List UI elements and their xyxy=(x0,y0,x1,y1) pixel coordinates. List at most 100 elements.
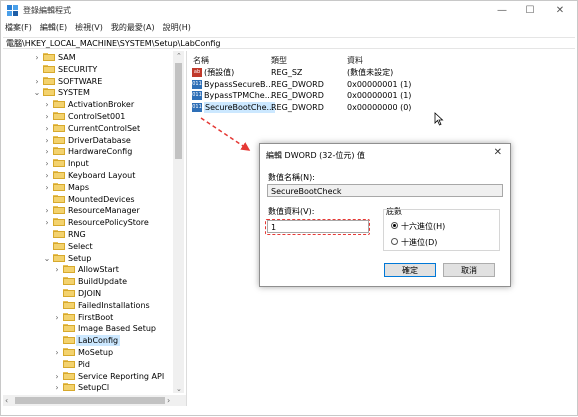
tree-item-label[interactable]: Select xyxy=(66,241,95,252)
tree-item[interactable]: › Input xyxy=(3,158,173,169)
tree-item-label[interactable]: FailedInstallations xyxy=(76,300,152,311)
tree-item-label[interactable]: MountedDevices xyxy=(66,194,137,205)
address-bar[interactable]: 電腦\HKEY_LOCAL_MACHINE\SYSTEM\Setup\LabCo… xyxy=(3,37,575,49)
tree-item-label[interactable]: Setup xyxy=(66,253,93,264)
close-button[interactable]: ✕ xyxy=(545,1,575,20)
tree-item[interactable]: › SetupCl xyxy=(3,382,173,393)
tree-item-label[interactable]: Maps xyxy=(66,182,91,193)
chevron-right-icon[interactable]: › xyxy=(43,111,51,122)
tree-item[interactable]: ⌄ SYSTEM xyxy=(3,87,173,98)
tree-item[interactable]: Select xyxy=(3,241,173,252)
tree-item-label[interactable]: DJOIN xyxy=(76,288,103,299)
tree-item-label[interactable]: ResourceManager xyxy=(66,205,142,216)
tree-item[interactable]: ⌄ Setup xyxy=(3,253,173,264)
tree-item[interactable]: › ControlSet001 xyxy=(3,111,173,122)
value-row[interactable]: 011 BypassSecureB... REG_DWORD 0x00000001 (… xyxy=(189,79,569,90)
tree-item[interactable]: › Maps xyxy=(3,182,173,193)
tree-item[interactable]: Image Based Setup xyxy=(3,323,173,334)
tree-item[interactable]: Pid xyxy=(3,359,173,370)
tree-item-label[interactable]: FirstBoot xyxy=(76,312,115,323)
chevron-right-icon[interactable]: › xyxy=(43,205,51,216)
tree-item[interactable]: › CurrentControlSet xyxy=(3,123,173,134)
tree-item[interactable]: SECURITY xyxy=(3,64,173,75)
dialog-close-icon[interactable]: ✕ xyxy=(494,147,502,158)
chevron-right-icon[interactable]: › xyxy=(33,52,41,63)
chevron-right-icon[interactable]: › xyxy=(53,347,61,358)
chevron-right-icon[interactable]: › xyxy=(53,371,61,382)
tree-item-label[interactable]: SetupCl xyxy=(76,382,111,393)
column-header-type[interactable]: 類型 xyxy=(271,55,287,66)
menu-file[interactable]: 檔案(F) xyxy=(1,21,36,34)
tree-item-label[interactable]: SAM xyxy=(56,52,78,63)
tree-vertical-scroll-thumb[interactable] xyxy=(175,63,182,159)
ok-button[interactable]: 確定 xyxy=(384,263,436,277)
tree-item[interactable]: BuildUpdate xyxy=(3,276,173,287)
tree-item[interactable]: MountedDevices xyxy=(3,194,173,205)
decimal-label[interactable]: 十進位(D) xyxy=(401,237,437,248)
tree-item-label[interactable]: Keyboard Layout xyxy=(66,170,137,181)
tree-item[interactable]: › Keyboard Layout xyxy=(3,170,173,181)
tree-item[interactable]: › HardwareConfig xyxy=(3,146,173,157)
chevron-right-icon[interactable]: › xyxy=(53,264,61,275)
cancel-button[interactable]: 取消 xyxy=(443,263,495,277)
value-name[interactable]: BypassSecureB... xyxy=(204,79,273,90)
tree-item-label[interactable]: ControlSet001 xyxy=(66,111,127,122)
tree-item-label[interactable]: SYSTEM xyxy=(56,87,92,98)
tree-item-label[interactable]: ResourcePolicyStore xyxy=(66,217,151,228)
tree-item-label[interactable]: Pid xyxy=(76,359,92,370)
chevron-right-icon[interactable]: › xyxy=(53,312,61,323)
tree-item-label[interactable]: SECURITY xyxy=(56,64,99,75)
chevron-right-icon[interactable]: › xyxy=(43,182,51,193)
tree-item[interactable]: DJOIN xyxy=(3,288,173,299)
chevron-right-icon[interactable]: › xyxy=(33,76,41,87)
chevron-right-icon[interactable]: › xyxy=(43,146,51,157)
tree-item-label[interactable]: HardwareConfig xyxy=(66,146,134,157)
tree-item[interactable]: › ActivationBroker xyxy=(3,99,173,110)
tree-item-label[interactable]: Image Based Setup xyxy=(76,323,158,334)
menu-help[interactable]: 說明(H) xyxy=(159,21,195,34)
hex-radio[interactable] xyxy=(391,222,398,229)
tree-item[interactable]: › ResourcePolicyStore xyxy=(3,217,173,228)
tree-item[interactable]: › SOFTWARE xyxy=(3,76,173,87)
menu-edit[interactable]: 編輯(E) xyxy=(36,21,71,34)
maximize-button[interactable]: ☐ xyxy=(515,1,545,20)
tree-item[interactable]: › AllowStart xyxy=(3,264,173,275)
chevron-down-icon[interactable]: ⌄ xyxy=(33,87,41,98)
value-row[interactable]: 011 SecureBootChe... REG_DWORD 0x00000000 (… xyxy=(189,101,569,113)
tree-item[interactable]: › MoSetup xyxy=(3,347,173,358)
tree-item[interactable]: › ResourceManager xyxy=(3,205,173,216)
chevron-right-icon[interactable]: › xyxy=(43,123,51,134)
chevron-right-icon[interactable]: › xyxy=(53,382,61,393)
scroll-up-icon[interactable]: ⌃ xyxy=(176,52,182,60)
chevron-right-icon[interactable]: › xyxy=(43,217,51,228)
menu-favorites[interactable]: 我的最愛(A) xyxy=(107,21,159,34)
value-row[interactable]: ab (預設值) REG_SZ (數值未設定) xyxy=(189,67,569,78)
chevron-down-icon[interactable]: ⌄ xyxy=(43,253,51,264)
tree-item-label[interactable]: Service Reporting API xyxy=(76,371,166,382)
tree-item-label[interactable]: AllowStart xyxy=(76,264,121,275)
tree-item[interactable]: › SAM xyxy=(3,52,173,63)
value-row[interactable]: 011 BypassTPMChe... REG_DWORD 0x00000001 (1… xyxy=(189,90,569,101)
menu-view[interactable]: 檢視(V) xyxy=(71,21,107,34)
column-header-data[interactable]: 資料 xyxy=(347,55,363,66)
tree-item[interactable]: LabConfig xyxy=(3,335,173,347)
value-name[interactable]: SecureBootChe... xyxy=(204,101,276,113)
tree-item[interactable]: FailedInstallations xyxy=(3,300,173,311)
value-name[interactable]: BypassTPMChe... xyxy=(204,90,272,101)
value-name-field[interactable]: SecureBootCheck xyxy=(267,184,503,197)
tree-item-label[interactable]: DriverDatabase xyxy=(66,135,133,146)
scroll-left-icon[interactable]: ‹ xyxy=(5,396,8,405)
column-header-name[interactable]: 名稱 xyxy=(193,55,209,66)
value-name[interactable]: (預設值) xyxy=(204,67,234,78)
chevron-right-icon[interactable]: › xyxy=(43,99,51,110)
tree-item-label[interactable]: BuildUpdate xyxy=(76,276,129,287)
chevron-right-icon[interactable]: › xyxy=(43,170,51,181)
hex-label[interactable]: 十六進位(H) xyxy=(401,221,445,232)
tree-item-label[interactable]: CurrentControlSet xyxy=(66,123,142,134)
tree-item-label[interactable]: Input xyxy=(66,158,91,169)
tree-item-label[interactable]: SOFTWARE xyxy=(56,76,104,87)
tree-item[interactable]: › DriverDatabase xyxy=(3,135,173,146)
tree-item[interactable]: › Service Reporting API xyxy=(3,371,173,382)
tree-item-label[interactable]: MoSetup xyxy=(76,347,115,358)
decimal-radio[interactable] xyxy=(391,238,398,245)
